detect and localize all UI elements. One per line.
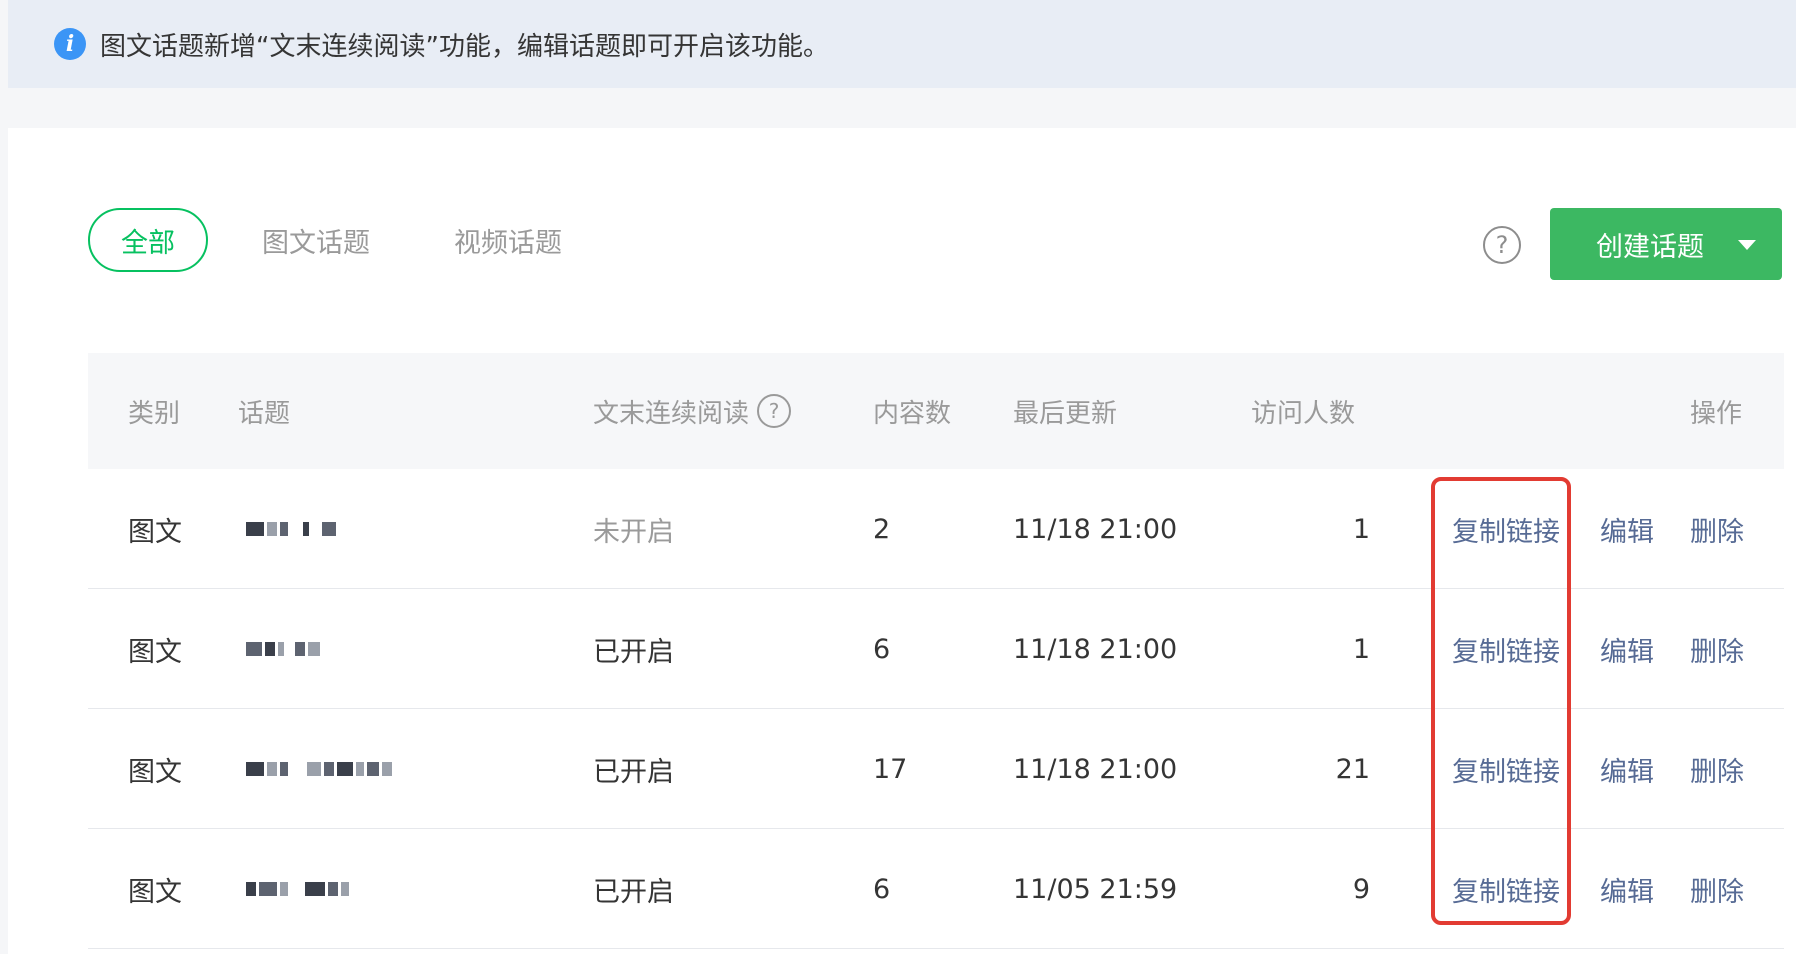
header-content-count: 内容数 — [873, 398, 952, 429]
row-continuous-reading: 未开启 — [593, 516, 674, 548]
row-topic-redacted[interactable] — [246, 709, 395, 829]
create-topic-label: 创建话题 — [1596, 231, 1704, 263]
header-actions: 操作 — [1690, 398, 1743, 429]
row-last-update: 11/18 21:00 — [1013, 633, 1178, 665]
copy-link-button[interactable]: 复制链接 — [1452, 469, 1560, 589]
header-category: 类别 — [128, 398, 181, 429]
row-visitors: 1 — [1352, 513, 1370, 545]
row-category: 图文 — [128, 516, 182, 548]
header-last-update: 最后更新 — [1013, 398, 1118, 429]
copy-link-button[interactable]: 复制链接 — [1452, 709, 1560, 829]
table-row: 图文 已开启 17 11/18 21:00 21 复制链接 编辑 删除 — [88, 709, 1784, 829]
info-icon: i — [54, 28, 86, 60]
edit-button[interactable]: 编辑 — [1600, 829, 1654, 949]
table-row: 图文 已开启 6 11/05 21:59 9 复制链接 编辑 删除 — [88, 829, 1784, 949]
row-continuous-reading: 已开启 — [593, 876, 674, 908]
row-category: 图文 — [128, 756, 182, 788]
delete-button[interactable]: 删除 — [1690, 589, 1744, 709]
create-topic-button[interactable]: 创建话题 — [1550, 208, 1782, 280]
tab-image-text-topics[interactable]: 图文话题 — [262, 208, 370, 272]
table-header: 类别 话题 文末连续阅读 ? 内容数 最后更新 访问人数 操作 — [88, 353, 1784, 469]
delete-button[interactable]: 删除 — [1690, 829, 1744, 949]
notice-text: 图文话题新增“文末连续阅读”功能，编辑话题即可开启该功能。 — [100, 31, 829, 62]
row-category: 图文 — [128, 876, 182, 908]
row-topic-redacted[interactable] — [246, 589, 323, 709]
row-last-update: 11/18 21:00 — [1013, 513, 1178, 545]
delete-button[interactable]: 删除 — [1690, 469, 1744, 589]
header-topic: 话题 — [238, 398, 291, 429]
row-topic-redacted[interactable] — [246, 829, 352, 949]
question-icon[interactable]: ? — [757, 394, 792, 428]
row-topic-redacted[interactable] — [246, 469, 339, 589]
row-visitors: 21 — [1335, 753, 1370, 785]
edit-button[interactable]: 编辑 — [1600, 589, 1654, 709]
caret-down-icon[interactable] — [1738, 240, 1756, 250]
row-visitors: 9 — [1352, 873, 1370, 905]
delete-button[interactable]: 删除 — [1690, 709, 1744, 829]
row-content-count: 6 — [873, 633, 891, 665]
row-content-count: 2 — [873, 513, 891, 545]
row-continuous-reading: 已开启 — [593, 636, 674, 668]
tab-video-topics[interactable]: 视频话题 — [454, 208, 562, 272]
topic-table: 类别 话题 文末连续阅读 ? 内容数 最后更新 访问人数 操作 图文 未开启 2… — [88, 353, 1784, 949]
topic-tabs: 全部 图文话题 视频话题 — [88, 208, 562, 272]
help-icon[interactable]: ? — [1483, 226, 1521, 264]
row-content-count: 17 — [873, 753, 908, 785]
row-category: 图文 — [128, 636, 182, 668]
copy-link-button[interactable]: 复制链接 — [1452, 829, 1560, 949]
row-continuous-reading: 已开启 — [593, 756, 674, 788]
table-row: 图文 未开启 2 11/18 21:00 1 复制链接 编辑 删除 — [88, 469, 1784, 589]
table-row: 图文 已开启 6 11/18 21:00 1 复制链接 编辑 删除 — [88, 589, 1784, 709]
header-continuous-reading-label: 文末连续阅读 — [593, 398, 750, 429]
copy-link-button[interactable]: 复制链接 — [1452, 589, 1560, 709]
row-visitors: 1 — [1352, 633, 1370, 665]
tab-all[interactable]: 全部 — [88, 208, 208, 272]
row-last-update: 11/05 21:59 — [1013, 873, 1178, 905]
header-continuous-reading: 文末连续阅读 ? — [593, 353, 792, 469]
row-last-update: 11/18 21:00 — [1013, 753, 1178, 785]
edit-button[interactable]: 编辑 — [1600, 709, 1654, 829]
notice-bar: i 图文话题新增“文末连续阅读”功能，编辑话题即可开启该功能。 — [8, 0, 1796, 88]
header-visitors: 访问人数 — [1251, 398, 1356, 429]
edit-button[interactable]: 编辑 — [1600, 469, 1654, 589]
topic-panel: 全部 图文话题 视频话题 ? 创建话题 类别 话题 文末连续阅读 ? 内容数 最… — [8, 128, 1796, 954]
row-content-count: 6 — [873, 873, 891, 905]
